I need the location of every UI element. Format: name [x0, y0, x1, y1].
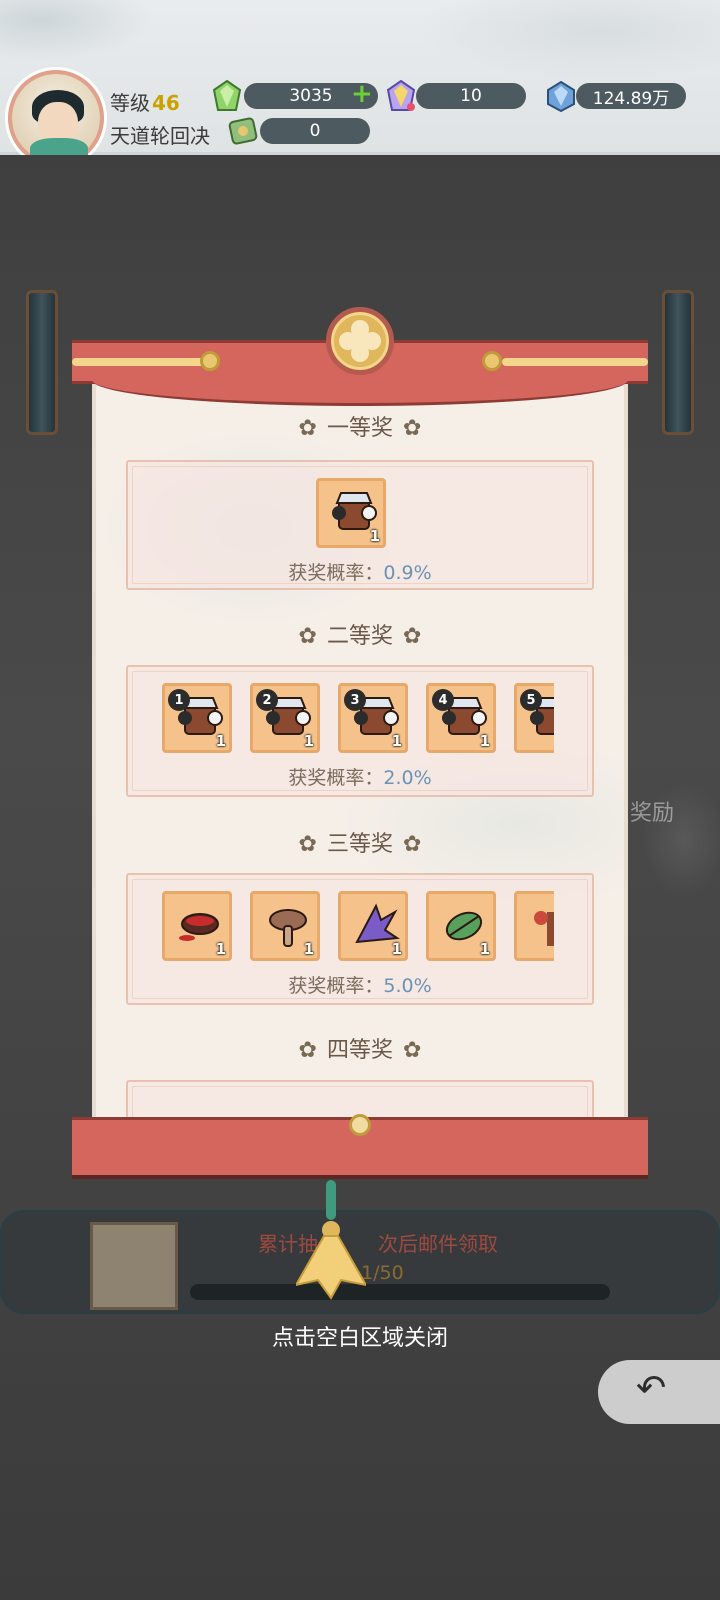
prize-slot[interactable]: 1 [338, 891, 408, 961]
tier-title-3: ✿ 三等奖 ✿ [298, 832, 422, 857]
top-hud: 等级 46 天道轮回决 3035 + 10 124.89万 0 [0, 0, 720, 166]
item-count: 1 [479, 940, 490, 958]
item-number-badge: 5 [520, 689, 542, 711]
item-count: 1 [391, 940, 402, 958]
rainbow-gem-icon [386, 80, 416, 111]
close-hint: 点击空白区域关闭 [271, 1326, 448, 1351]
prize-slot[interactable]: 1 [250, 891, 320, 961]
prize-slot[interactable]: 1 [426, 891, 496, 961]
add-gem-button[interactable]: + [351, 79, 373, 109]
dao-label: 天道轮回决 [110, 124, 210, 148]
progress-bar [190, 1284, 610, 1300]
tier-box-3: 1 1 1 1 获奖概率：5.0% [126, 873, 594, 1005]
back-button[interactable]: ↶ [598, 1360, 720, 1424]
prize-slot[interactable]: 5 [514, 683, 554, 753]
prize-slot[interactable]: 11 [162, 683, 232, 753]
reward-chest-icon[interactable] [90, 1222, 178, 1310]
item-count: 1 [303, 732, 314, 750]
prize-slot[interactable]: 31 [338, 683, 408, 753]
blue-crystal-icon [547, 80, 575, 112]
level-label: 等级 [110, 91, 150, 115]
tier-title-4: ✿ 四等奖 ✿ [298, 1038, 422, 1063]
player-avatar[interactable] [8, 70, 104, 166]
prize-scroll-paper[interactable]: ✿ 一等奖 ✿ 1 获奖概率：0.9% ✿ 二等奖 ✿ 112131415 获奖概率：2… [92, 380, 628, 1120]
prize-slot[interactable]: 21 [250, 683, 320, 753]
scroll-roller-left [26, 290, 58, 435]
tier-title-1: ✿ 一等奖 ✿ [298, 416, 422, 441]
red-plant-icon [534, 911, 554, 946]
back-arrow-icon: ↶ [636, 1368, 667, 1409]
cumulative-draw-text: 累计抽 次后邮件领取 [258, 1232, 498, 1256]
tier-rate-3: 获奖概率：5.0% [288, 975, 432, 997]
blue-crystal-count: 124.89万 [576, 83, 686, 109]
level-value: 46 [152, 91, 180, 115]
item-count: 1 [215, 732, 226, 750]
item-count: 1 [479, 732, 490, 750]
tier-box-2: 112131415 获奖概率：2.0% [126, 665, 594, 797]
green-gem-icon [212, 80, 242, 111]
item-count: 1 [303, 940, 314, 958]
item-number-badge: 4 [432, 689, 454, 711]
prize-slot[interactable] [514, 891, 554, 961]
item-number-badge: 3 [344, 689, 366, 711]
rainbow-gem-count: 10 [416, 83, 526, 109]
tier-title-2: ✿ 二等奖 ✿ [298, 624, 422, 649]
tier-rate-1: 获奖概率：0.9% [288, 562, 432, 584]
prize-slot[interactable]: 1 [316, 478, 386, 548]
scroll-token-icon [228, 117, 258, 145]
tier-box-1: 1 获奖概率：0.9% [126, 460, 594, 590]
background-reward-label: 奖励 [630, 801, 675, 826]
item-count: 1 [391, 732, 402, 750]
prize-slot[interactable]: 1 [162, 891, 232, 961]
dao-count: 0 [260, 118, 370, 144]
item-number-badge: 2 [256, 689, 278, 711]
scroll-roller-right [662, 290, 694, 435]
item-count: 1 [215, 940, 226, 958]
item-count: 1 [369, 527, 380, 545]
tassel-icon [296, 1180, 366, 1300]
level-display: 等级 46 [110, 87, 180, 116]
scroll-bottom-bar [72, 1114, 648, 1179]
prize-slot[interactable]: 41 [426, 683, 496, 753]
flower-medallion-icon [326, 307, 394, 375]
item-number-badge: 1 [168, 689, 190, 711]
tier-rate-2: 获奖概率：2.0% [288, 767, 432, 789]
